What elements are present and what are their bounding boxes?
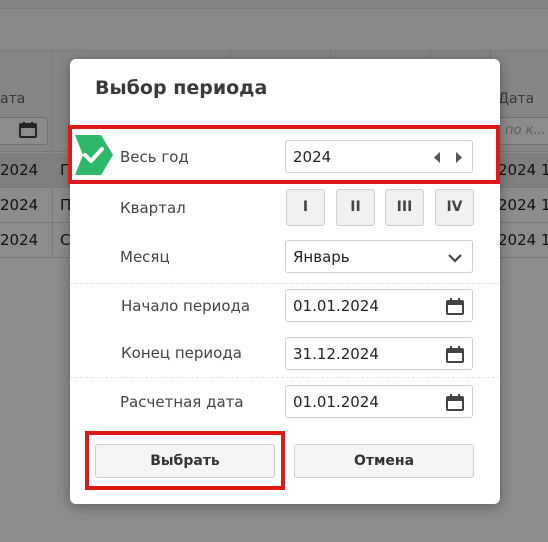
- triangle-right-icon: [456, 152, 462, 163]
- year-value: 2024: [293, 148, 332, 166]
- dialog-title: Выбор периода: [95, 77, 268, 99]
- select-button[interactable]: Выбрать: [95, 444, 275, 478]
- year-stepper-icons: [434, 152, 462, 163]
- calc-date-value: 01.01.2024: [293, 393, 379, 411]
- calendar-icon[interactable]: [446, 346, 464, 363]
- period-start-value: 01.01.2024: [293, 297, 379, 315]
- period-selection-dialog: Выбор периода Весь год 2024 Квартал I II…: [70, 59, 500, 504]
- period-end-label: Конец периода: [121, 344, 242, 362]
- quarter-2-button[interactable]: II: [336, 189, 375, 226]
- period-start-input[interactable]: 01.01.2024: [285, 289, 473, 322]
- month-select[interactable]: Январь: [285, 240, 473, 273]
- month-label: Месяц: [120, 248, 170, 266]
- cancel-button[interactable]: Отмена: [294, 444, 474, 478]
- period-end-input[interactable]: 31.12.2024: [285, 337, 473, 370]
- period-start-label: Начало периода: [121, 297, 251, 315]
- month-value: Январь: [293, 248, 350, 266]
- quarter-label: Квартал: [120, 199, 186, 217]
- quarter-1-button[interactable]: I: [286, 189, 325, 226]
- whole-year-label[interactable]: Весь год: [120, 148, 189, 166]
- calc-date-input[interactable]: 01.01.2024: [285, 385, 473, 418]
- check-icon: [75, 135, 113, 175]
- calendar-icon[interactable]: [446, 394, 464, 411]
- period-end-value: 31.12.2024: [293, 345, 379, 363]
- year-field[interactable]: 2024: [285, 140, 473, 173]
- chevron-down-icon: [448, 254, 462, 263]
- quarter-4-button[interactable]: IV: [435, 189, 474, 226]
- triangle-left-icon: [434, 152, 440, 163]
- calc-date-label: Расчетная дата: [120, 393, 244, 411]
- quarter-3-button[interactable]: III: [385, 189, 424, 226]
- calendar-icon[interactable]: [446, 298, 464, 315]
